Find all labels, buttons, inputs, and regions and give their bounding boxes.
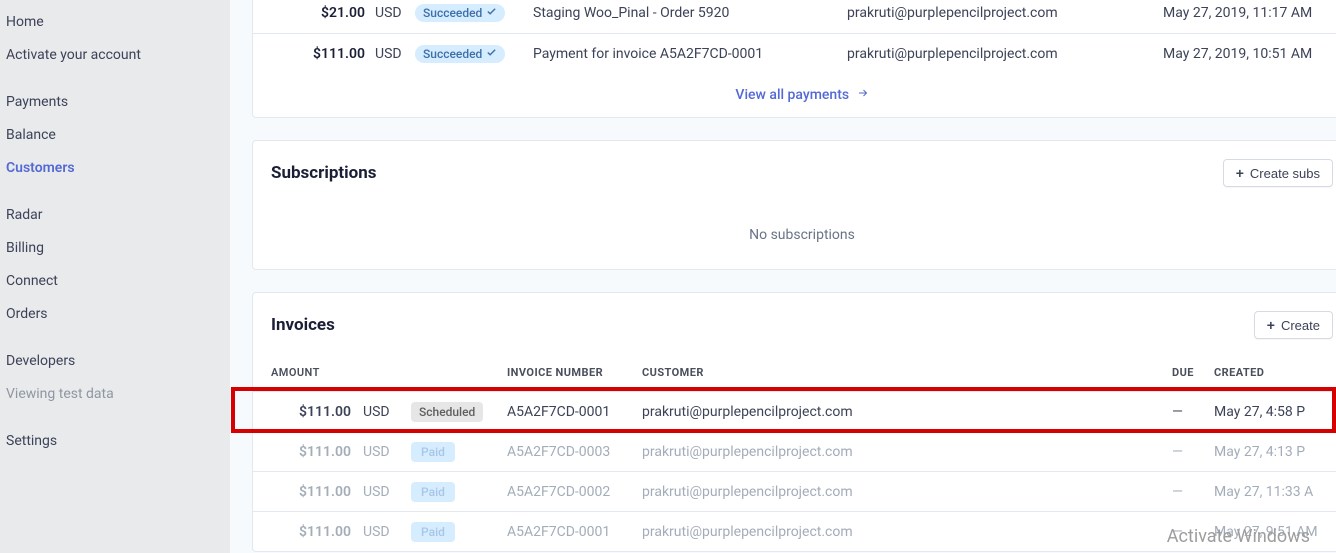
invoice-customer: prakruti@purplepencilproject.com (642, 484, 1172, 500)
invoices-column-header: AMOUNT INVOICE NUMBER CUSTOMER DUE CREAT… (253, 355, 1336, 391)
invoice-customer: prakruti@purplepencilproject.com (642, 524, 1172, 540)
view-all-payments-link[interactable]: View all payments (735, 87, 868, 103)
invoice-due: — (1172, 444, 1214, 460)
status-badge-scheduled: Scheduled (411, 402, 483, 422)
status-badge-label: Succeeded (423, 6, 482, 20)
invoice-amount: $111.00 (271, 484, 351, 500)
invoice-number: A5A2F7CD-0002 (507, 484, 642, 500)
sidebar-item-customers[interactable]: Customers (6, 152, 230, 185)
status-badge-paid: Paid (411, 482, 455, 502)
payment-currency: USD (365, 46, 415, 62)
invoice-created: May 27, 11:33 A (1214, 484, 1333, 500)
sidebar-gap (6, 185, 230, 199)
invoice-number: A5A2F7CD-0003 (507, 444, 642, 460)
sidebar-item-activate-account[interactable]: Activate your account (6, 39, 230, 72)
payment-currency: USD (365, 5, 415, 21)
sidebar-item-settings[interactable]: Settings (6, 425, 230, 458)
sidebar-gap (6, 331, 230, 345)
payment-status: Succeeded (415, 4, 527, 22)
create-subscription-label: Create subs (1250, 166, 1320, 181)
sidebar-item-viewing-test-data[interactable]: Viewing test data (6, 378, 230, 411)
invoice-amount: $111.00 (271, 404, 351, 420)
view-all-label: View all payments (735, 87, 849, 103)
col-customer: CUSTOMER (642, 366, 1172, 379)
invoice-row[interactable]: $111.00 USD Paid A5A2F7CD-0001 prakruti@… (253, 511, 1336, 551)
payment-date: May 27, 2019, 10:51 AM (1163, 46, 1335, 62)
payment-status: Succeeded (415, 45, 527, 63)
col-amount: AMOUNT (271, 366, 351, 379)
sidebar-item-connect[interactable]: Connect (6, 265, 230, 298)
invoice-number: A5A2F7CD-0001 (507, 404, 642, 420)
app-root: Home Activate your account Payments Bala… (0, 0, 1336, 553)
payments-card: $21.00 USD Succeeded Staging Woo_Pinal -… (252, 0, 1336, 118)
invoice-amount: $111.00 (271, 524, 351, 540)
create-subscription-button[interactable]: + Create subs (1223, 159, 1333, 187)
status-badge-paid: Paid (411, 442, 455, 462)
invoice-currency: USD (351, 444, 411, 460)
invoice-due: — (1172, 404, 1214, 420)
sidebar-item-payments[interactable]: Payments (6, 86, 230, 119)
invoice-status: Paid (411, 524, 507, 540)
sidebar: Home Activate your account Payments Bala… (0, 0, 230, 553)
sidebar-gap (6, 72, 230, 86)
status-badge-paid: Paid (411, 522, 455, 542)
invoice-customer: prakruti@purplepencilproject.com (642, 404, 1172, 420)
sidebar-item-radar[interactable]: Radar (6, 199, 230, 232)
invoice-row[interactable]: $111.00 USD Paid A5A2F7CD-0002 prakruti@… (253, 471, 1336, 511)
invoice-customer: prakruti@purplepencilproject.com (642, 444, 1172, 460)
plus-icon: + (1236, 165, 1244, 181)
create-invoice-button[interactable]: + Create (1254, 311, 1333, 339)
subscriptions-empty: No subscriptions (253, 203, 1336, 269)
invoice-amount: $111.00 (271, 444, 351, 460)
subscriptions-header: Subscriptions + Create subs (253, 141, 1336, 203)
invoice-created: May 27, 4:13 P (1214, 444, 1333, 460)
payment-date: May 27, 2019, 11:17 AM (1163, 5, 1335, 21)
payment-amount: $111.00 (269, 46, 365, 62)
main-content: $21.00 USD Succeeded Staging Woo_Pinal -… (230, 0, 1336, 553)
view-all-payments: View all payments (253, 73, 1336, 117)
payment-row[interactable]: $111.00 USD Succeeded Payment for invoic… (253, 33, 1336, 73)
invoice-status: Paid (411, 484, 507, 500)
invoice-number: A5A2F7CD-0001 (507, 524, 642, 540)
invoice-status: Scheduled (411, 404, 507, 420)
check-icon (486, 6, 497, 20)
subscriptions-title: Subscriptions (271, 163, 377, 183)
invoice-currency: USD (351, 404, 411, 420)
invoice-due: — (1172, 484, 1214, 500)
invoice-currency: USD (351, 524, 411, 540)
invoice-currency: USD (351, 484, 411, 500)
sidebar-item-balance[interactable]: Balance (6, 119, 230, 152)
subscriptions-card: Subscriptions + Create subs No subscript… (252, 140, 1336, 270)
sidebar-item-orders[interactable]: Orders (6, 298, 230, 331)
status-badge-succeeded: Succeeded (415, 4, 505, 22)
status-badge-label: Succeeded (423, 47, 482, 61)
payment-email: prakruti@purplepencilproject.com (847, 5, 1163, 21)
sidebar-item-billing[interactable]: Billing (6, 232, 230, 265)
payment-amount: $21.00 (269, 5, 365, 21)
invoice-row[interactable]: $111.00 USD Paid A5A2F7CD-0003 prakruti@… (253, 431, 1336, 471)
payment-email: prakruti@purplepencilproject.com (847, 46, 1163, 62)
sidebar-item-developers[interactable]: Developers (6, 345, 230, 378)
check-icon (486, 47, 497, 61)
invoice-created: May 27, 4:58 P (1214, 404, 1333, 420)
payment-description: Staging Woo_Pinal - Order 5920 (527, 5, 847, 21)
col-created: CREATED (1214, 366, 1333, 379)
sidebar-gap (6, 411, 230, 425)
col-due: DUE (1172, 366, 1214, 379)
col-invoice-number: INVOICE NUMBER (507, 366, 642, 379)
invoice-row[interactable]: $111.00 USD Scheduled A5A2F7CD-0001 prak… (253, 391, 1336, 431)
invoice-status: Paid (411, 444, 507, 460)
payment-row[interactable]: $21.00 USD Succeeded Staging Woo_Pinal -… (253, 0, 1336, 33)
plus-icon: + (1267, 317, 1275, 333)
invoices-header: Invoices + Create (253, 293, 1336, 355)
status-badge-succeeded: Succeeded (415, 45, 505, 63)
sidebar-item-home[interactable]: Home (6, 6, 230, 39)
invoices-card: Invoices + Create AMOUNT INVOICE NUMBER … (252, 292, 1336, 552)
arrow-right-icon (857, 87, 869, 103)
payment-description: Payment for invoice A5A2F7CD-0001 (527, 46, 847, 62)
invoice-created: May 27, 9:51 AM (1214, 524, 1333, 540)
create-invoice-label: Create (1281, 318, 1320, 333)
invoices-title: Invoices (271, 315, 335, 335)
invoice-due: — (1172, 524, 1214, 540)
